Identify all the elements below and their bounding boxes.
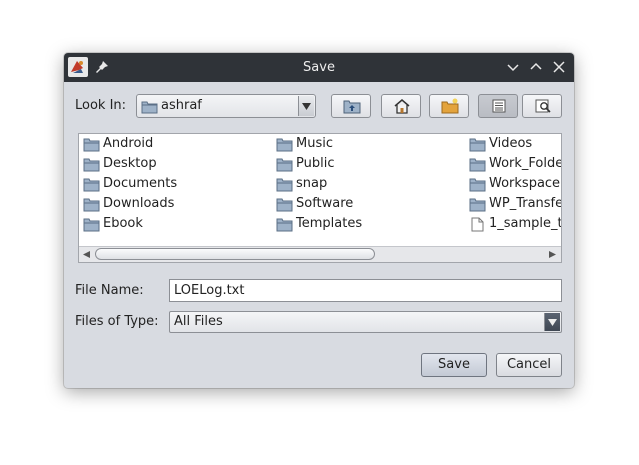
file-name-label: File Name:: [75, 283, 144, 298]
save-button[interactable]: Save: [421, 353, 487, 377]
file-list-item-label: snap: [296, 176, 328, 191]
file-name-input[interactable]: [170, 280, 561, 301]
folder-icon: [83, 138, 100, 152]
horizontal-scrollbar[interactable]: [79, 246, 561, 262]
new-folder-button[interactable]: [429, 94, 469, 118]
details-view-icon: [535, 99, 551, 113]
look-in-value: ashraf: [161, 98, 202, 113]
folder-icon: [276, 198, 293, 212]
folder-icon: [141, 101, 158, 114]
close-icon[interactable]: [552, 60, 566, 74]
scroll-left-icon[interactable]: [83, 251, 90, 258]
file-list-item-label: WP_Transfe: [489, 196, 562, 211]
look-in-dropdown-button[interactable]: [298, 96, 314, 116]
folder-icon: [83, 198, 100, 212]
file-list-item-label: Public: [296, 156, 335, 171]
folder-icon: [276, 218, 293, 232]
chevron-down-icon: [548, 319, 557, 326]
maximize-icon[interactable]: [529, 60, 543, 74]
look-in-label: Look In:: [75, 98, 127, 113]
save-dialog: Save Look In: ashraf Android Desktop Doc…: [64, 53, 574, 388]
file-list-item-label: Work_Folde: [489, 156, 562, 171]
folder-icon: [83, 158, 100, 172]
file-name-field[interactable]: [169, 279, 562, 302]
file-list-item-label: Downloads: [103, 196, 175, 211]
file-list-item-label: Desktop: [103, 156, 157, 171]
file-type-dropdown-button[interactable]: [544, 313, 560, 331]
title-bar[interactable]: Save: [64, 53, 574, 82]
window-title: Save: [303, 60, 335, 75]
scroll-right-icon[interactable]: [549, 251, 556, 258]
file-icon: [471, 217, 484, 232]
up-folder-icon: [343, 100, 361, 114]
chevron-down-icon: [302, 103, 311, 110]
look-in-combo[interactable]: ashraf: [136, 94, 316, 118]
file-type-value: All Files: [174, 314, 223, 329]
folder-icon: [276, 178, 293, 192]
folder-icon: [83, 218, 100, 232]
folder-icon: [276, 138, 293, 152]
folder-icon: [469, 138, 486, 152]
cancel-button[interactable]: Cancel: [496, 353, 562, 377]
folder-icon: [469, 158, 486, 172]
file-list-item-label: Workspace: [489, 176, 561, 191]
file-list-item-label: Templates: [296, 216, 363, 231]
file-list-item-label: Music: [296, 136, 333, 151]
home-icon: [394, 99, 410, 114]
file-list-item-label: 1_sample_ta: [489, 216, 561, 231]
file-list-item-label: Videos: [489, 136, 533, 151]
folder-icon: [469, 178, 486, 192]
folder-icon: [469, 198, 486, 212]
list-view-icon: [492, 99, 506, 113]
file-list-item-label: Documents: [103, 176, 178, 191]
folder-icon: [276, 158, 293, 172]
list-view-button[interactable]: [478, 94, 518, 118]
file-list-item-label: Ebook: [103, 216, 143, 231]
minimize-icon[interactable]: [506, 60, 520, 74]
up-folder-button[interactable]: [331, 94, 371, 118]
file-list-item-label: Android: [103, 136, 154, 151]
folder-icon: [83, 178, 100, 192]
new-folder-icon: [441, 98, 459, 114]
details-view-button[interactable]: [522, 94, 562, 118]
file-list[interactable]: Android Desktop Documents Downloads Ebook Mus…: [78, 133, 562, 263]
file-list-item-label: Software: [296, 196, 354, 211]
file-type-combo[interactable]: All Files: [169, 311, 562, 333]
scrollbar-thumb[interactable]: [95, 248, 375, 260]
file-type-label: Files of Type:: [75, 314, 159, 329]
home-button[interactable]: [381, 94, 421, 118]
